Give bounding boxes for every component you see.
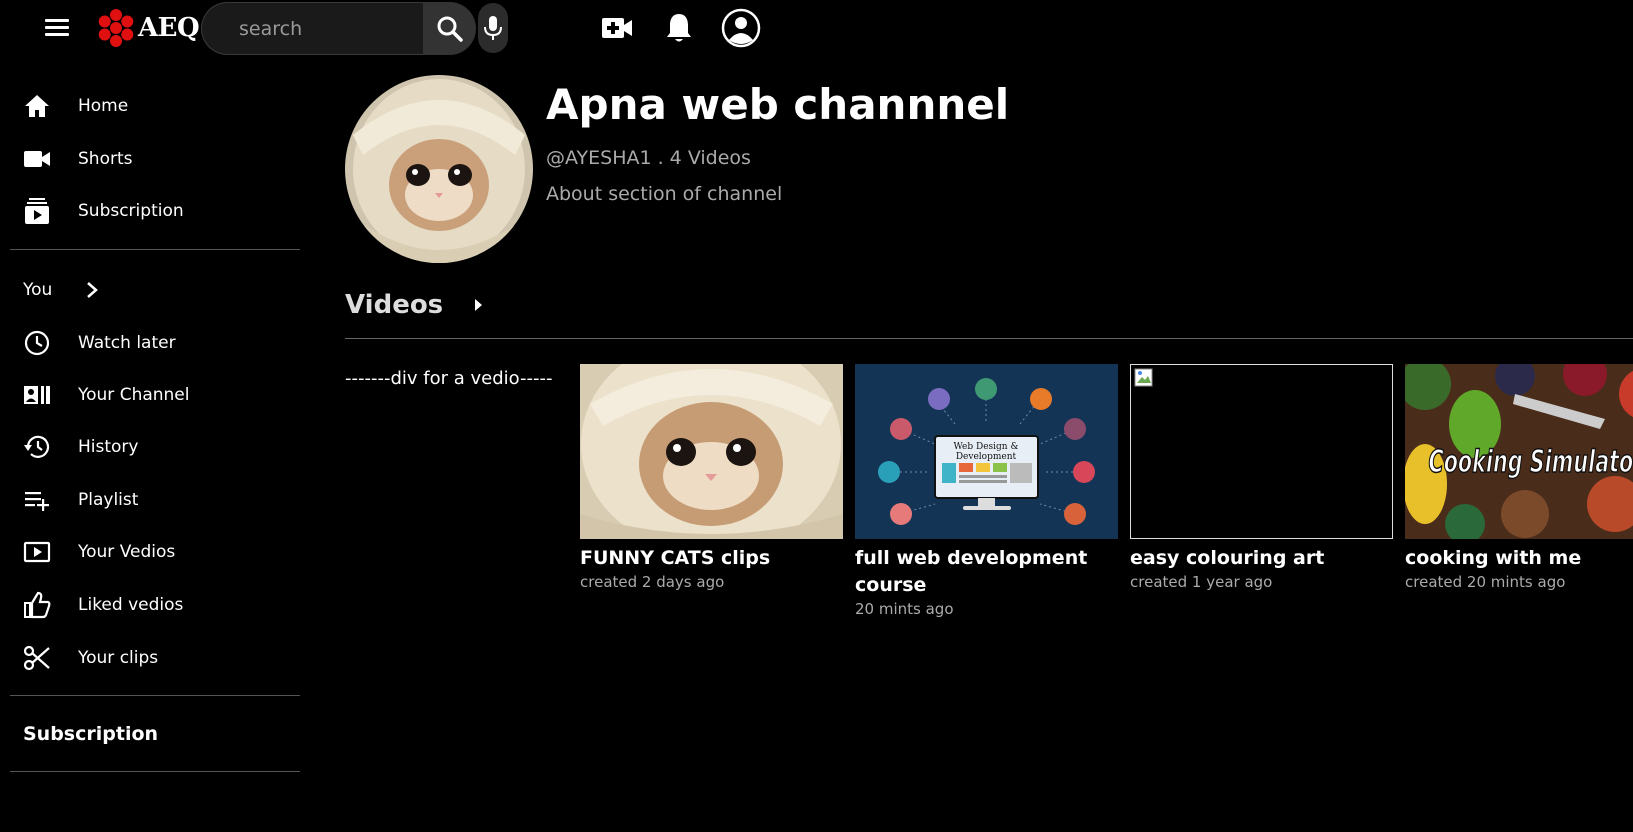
video-meta: created 2 days ago — [580, 573, 725, 591]
channel-about-link[interactable]: About section of channel — [546, 183, 782, 205]
video-meta: created 1 year ago — [1130, 573, 1273, 591]
sidebar-item-label: Playlist — [78, 490, 139, 510]
subscription-icon — [22, 196, 52, 226]
sidebar-item-your-vedios[interactable]: Your Vedios — [0, 532, 300, 572]
video-thumbnail[interactable]: Web Design & Development — [855, 364, 1118, 539]
sidebar-item-shorts[interactable]: Shorts — [0, 139, 300, 179]
sidebar-item-home[interactable]: Home — [0, 86, 300, 126]
sidebar-item-watch-later[interactable]: Watch later — [0, 323, 300, 363]
video-thumbnail[interactable]: Cooking Simulator — [1405, 364, 1633, 539]
mic-icon — [484, 16, 502, 40]
video-thumbnail[interactable] — [1130, 364, 1393, 539]
video-card[interactable]: Web Design & Development full web develo… — [855, 364, 1118, 619]
video-title[interactable]: easy colouring art — [1130, 545, 1393, 572]
search-icon — [437, 16, 463, 42]
history-icon — [22, 432, 52, 462]
logo-text: AEQ — [138, 13, 200, 43]
thumbnail-text: Cooking Simulator — [1429, 444, 1633, 480]
sidebar-item-label: History — [78, 437, 139, 457]
video-card[interactable]: FUNNY CATS clips created 2 days ago — [580, 364, 843, 592]
thumbnail-text: Development — [956, 452, 1017, 462]
sidebar-item-subscription[interactable]: Subscription — [0, 191, 300, 231]
mic-button[interactable] — [478, 3, 508, 53]
channel-avatar[interactable] — [345, 75, 533, 263]
channel-icon — [22, 380, 52, 410]
sidebar-divider — [10, 695, 300, 696]
video-title[interactable]: FUNNY CATS clips — [580, 545, 843, 572]
sidebar-item-label: Liked vedios — [78, 595, 184, 615]
thumbnail-text: Web Design & — [954, 442, 1019, 452]
menu-icon[interactable] — [42, 15, 72, 41]
logo-flower-icon — [98, 9, 134, 47]
search-input[interactable] — [202, 3, 423, 54]
you-label: You — [23, 280, 53, 300]
create-video-icon[interactable] — [597, 8, 637, 48]
thumbs-up-icon — [22, 590, 52, 620]
bell-icon[interactable] — [659, 8, 699, 48]
sidebar-divider — [10, 249, 300, 250]
video-icon — [22, 537, 52, 567]
scissors-icon — [22, 643, 52, 673]
search-button[interactable] — [423, 2, 476, 55]
sidebar-item-label: Your clips — [78, 648, 159, 668]
top-bar: AEQ — [0, 0, 1633, 56]
broken-image-icon — [1134, 368, 1153, 387]
home-icon — [22, 91, 52, 121]
video-thumbnail[interactable] — [580, 364, 843, 539]
caret-right-icon — [475, 299, 483, 311]
sidebar-item-label: Your Vedios — [78, 542, 176, 562]
logo[interactable]: AEQ — [96, 8, 200, 48]
chevron-right-icon — [87, 282, 99, 298]
search-box — [201, 2, 423, 55]
sidebar-you-toggle[interactable]: You — [23, 280, 99, 300]
sidebar-divider — [10, 771, 300, 772]
playlist-add-icon — [22, 485, 52, 515]
channel-meta: @AYESHA1 . 4 Videos — [546, 147, 751, 169]
video-card[interactable]: Cooking Simulator cooking with me create… — [1405, 364, 1633, 592]
account-icon[interactable] — [721, 8, 761, 48]
sidebar-item-label: Watch later — [78, 333, 176, 353]
shorts-icon — [22, 144, 52, 174]
sidebar-item-label: Shorts — [78, 149, 133, 169]
clock-icon — [22, 328, 52, 358]
sidebar-item-label: Subscription — [78, 201, 184, 221]
videos-divider — [345, 338, 1633, 339]
channel-name: Apna web channnel — [546, 80, 1010, 129]
video-card[interactable]: easy colouring art created 1 year ago — [1130, 364, 1393, 592]
div-placeholder-text: -------div for a vedio----- — [345, 368, 553, 389]
video-title[interactable]: full web development course — [855, 545, 1118, 599]
sidebar-item-label: Your Channel — [78, 385, 190, 405]
sidebar-item-history[interactable]: History — [0, 427, 300, 467]
videos-section-heading[interactable]: Videos — [345, 290, 483, 320]
video-meta: created 20 mints ago — [1405, 573, 1566, 591]
sidebar-item-your-clips[interactable]: Your clips — [0, 638, 300, 678]
sidebar-item-your-channel[interactable]: Your Channel — [0, 375, 300, 415]
videos-heading-text: Videos — [345, 290, 444, 320]
sidebar-item-liked-vedios[interactable]: Liked vedios — [0, 585, 300, 625]
sidebar-subscription-heading: Subscription — [23, 723, 159, 745]
sidebar-item-playlist[interactable]: Playlist — [0, 480, 300, 520]
sidebar-item-label: Home — [78, 96, 129, 116]
video-title[interactable]: cooking with me — [1405, 545, 1633, 572]
video-meta: 20 mints ago — [855, 600, 954, 618]
